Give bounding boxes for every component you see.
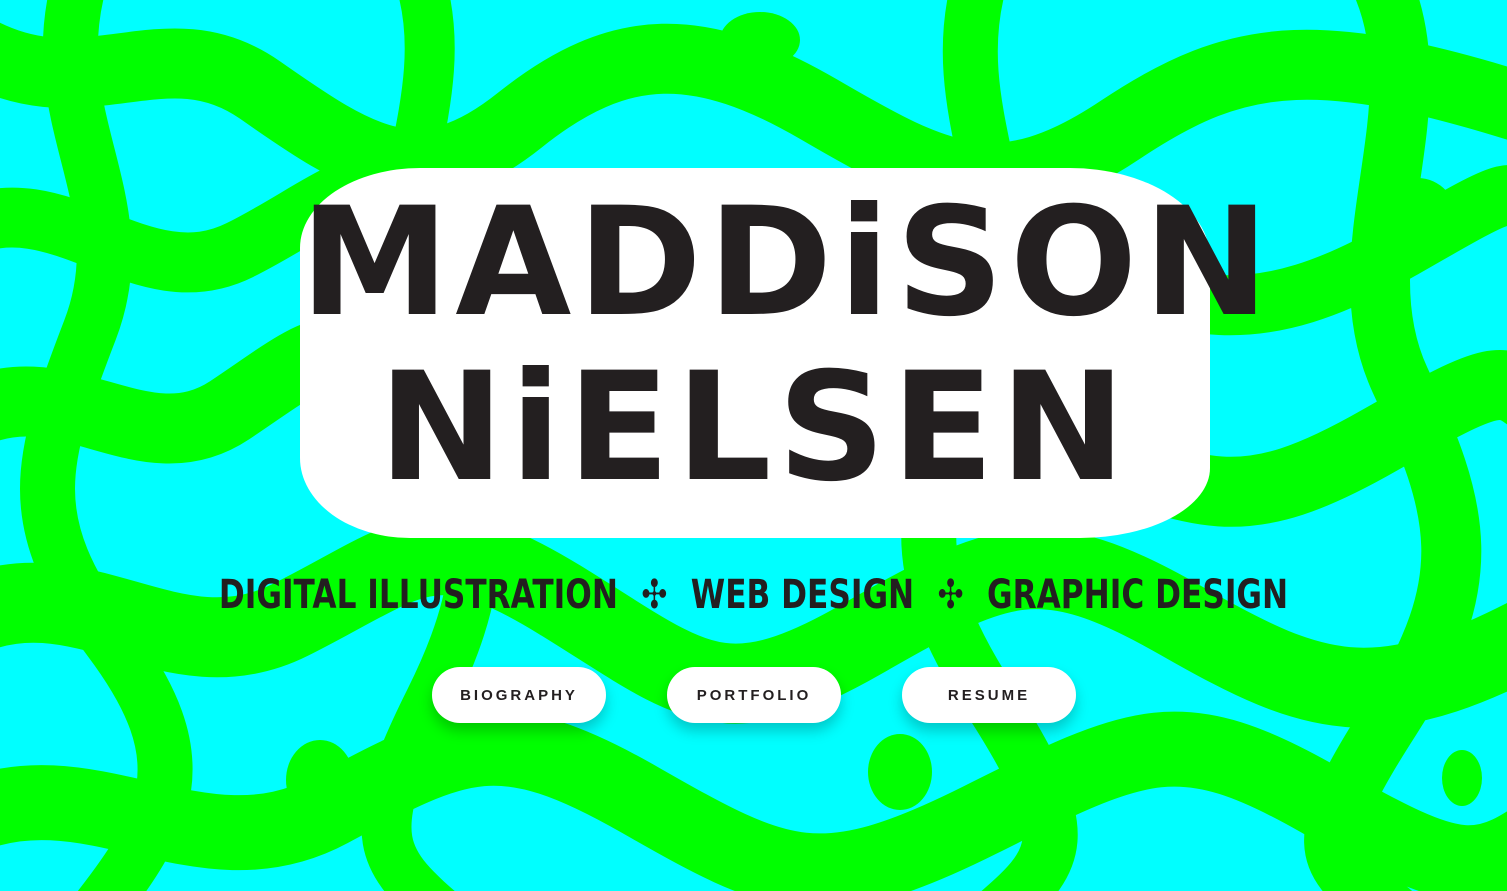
portfolio-button[interactable]: PORTFOLIO: [667, 667, 841, 723]
logo-name-badge: MADDiSON NiELSEN: [300, 168, 1275, 538]
tagline-graphic-design: GRAPHIC DESIGN: [987, 572, 1289, 618]
main-navigation: BIOGRAPHY PORTFOLIO RESUME: [0, 667, 1507, 723]
logo-first-name: MADDiSON: [300, 176, 1275, 350]
flower-separator-icon: ✣: [937, 572, 964, 618]
logo-last-name: NiELSEN: [378, 341, 1132, 515]
resume-button[interactable]: RESUME: [902, 667, 1076, 723]
page: MADDiSON NiELSEN DIGITAL ILLUSTRATION ✣ …: [0, 0, 1507, 891]
tagline-web-design: WEB DESIGN: [690, 572, 915, 618]
biography-button[interactable]: BIOGRAPHY: [432, 667, 606, 723]
flower-separator-icon: ✣: [641, 572, 668, 618]
services-tagline: DIGITAL ILLUSTRATION ✣ WEB DESIGN ✣ GRAP…: [166, 572, 1341, 618]
tagline-digital-illustration: DIGITAL ILLUSTRATION: [218, 572, 618, 618]
